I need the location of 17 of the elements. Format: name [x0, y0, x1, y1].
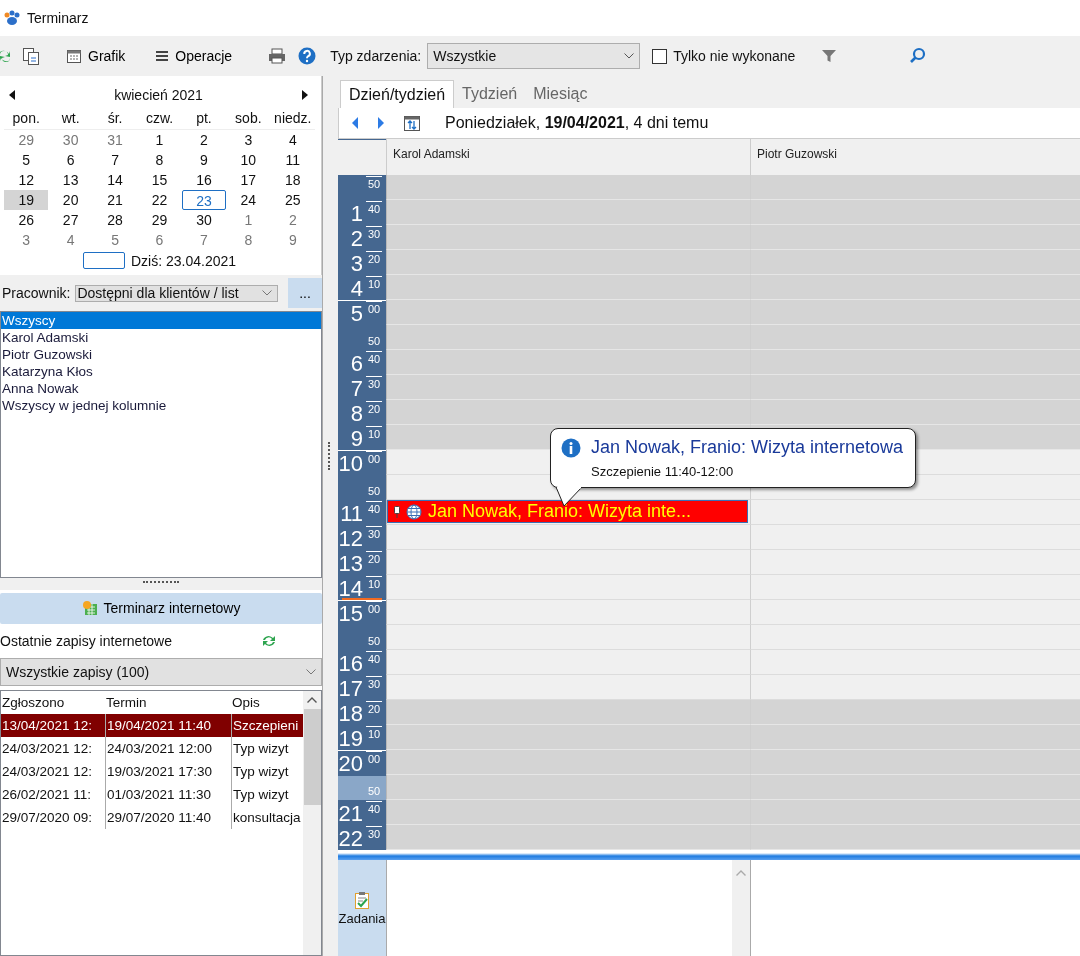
- weekday-label: czw.: [137, 107, 182, 130]
- tooltip-detail: Szczepienie 11:40-12:00: [591, 464, 735, 479]
- weekday-label: pt.: [181, 107, 227, 130]
- weekday-label: śr.: [92, 107, 138, 130]
- weekday-label: pon.: [4, 107, 49, 130]
- window-title: Terminarz: [27, 10, 89, 26]
- tooltip-title: Jan Nowak, Franio: Wizyta internetowa: [591, 437, 904, 458]
- month-title: kwiecień 2021: [114, 87, 203, 103]
- weekday-label: sob.: [226, 107, 271, 130]
- section-heading: Ostatnie zapisy internetowe: [0, 632, 172, 649]
- date-heading: Poniedziałek, 19/04/2021, 4 dni temu: [445, 114, 709, 132]
- employee-label: Pracownik:: [2, 285, 71, 301]
- weekday-label: niedz.: [270, 107, 315, 130]
- column-header: Karol Adamski: [393, 147, 470, 161]
- weekday-label: wt.: [48, 107, 93, 130]
- column-header: Piotr Guzowski: [757, 147, 838, 161]
- event-type-label: Typ zdarzenia:: [330, 48, 422, 64]
